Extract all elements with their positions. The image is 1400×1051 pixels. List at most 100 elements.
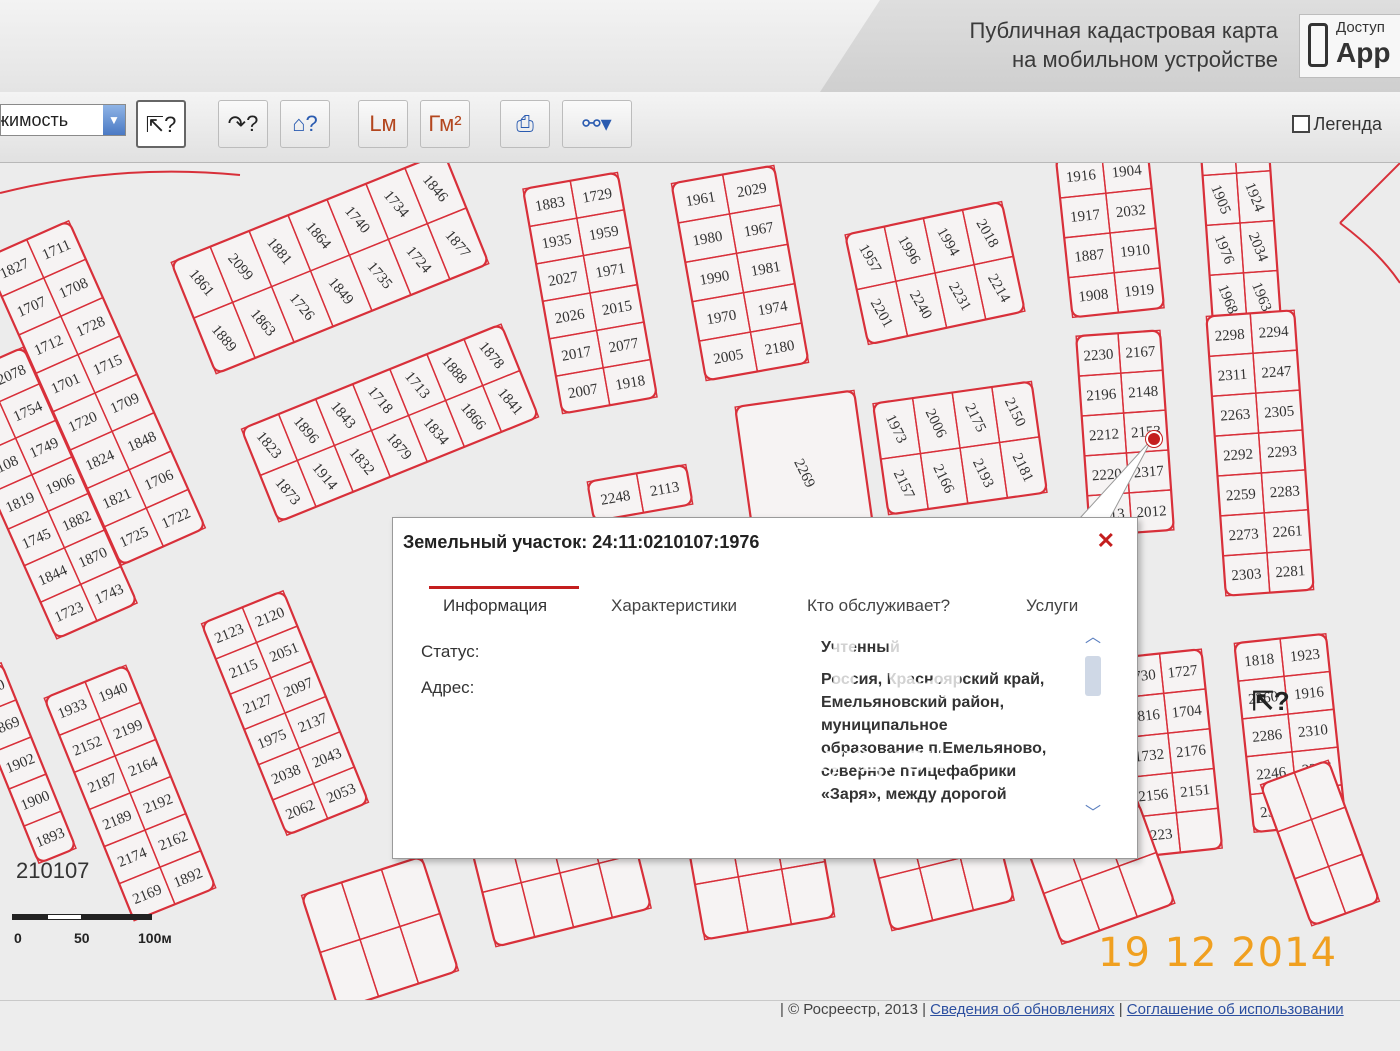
cursor-question-icon: ⇱?	[145, 112, 177, 137]
legend-checkbox[interactable]	[1291, 115, 1310, 133]
layer-select[interactable]: жимость ▼	[0, 104, 126, 136]
parcel-block[interactable]: 19372031190519241976203419681963	[1198, 163, 1282, 326]
parcel-number: 2310	[1297, 722, 1329, 741]
popup-title: Земельный участок: 24:11:0210107:1976	[403, 532, 760, 552]
terms-link[interactable]: Соглашение об использовании	[1127, 1001, 1344, 1018]
area-m2-icon: Гм²	[428, 111, 462, 136]
ruler-meter-icon: Lм	[369, 111, 397, 136]
parcel-block[interactable]: 1961 20291980 19671990 19811970 19742005 2180	[670, 164, 810, 382]
parcel-number: 2311	[1217, 367, 1247, 385]
parcel-block[interactable]: 2123212021152051212720971975213720382043…	[200, 589, 370, 837]
parcel-block[interactable]: 1861 2099 1881 1864 1740 1734 18461889 1863 1726…	[170, 163, 490, 375]
parcel-block[interactable]: 2248 2113	[586, 463, 694, 523]
parcel-number: 2283	[1269, 483, 1300, 501]
active-tab-indicator	[429, 586, 579, 589]
parcel-number: 2156	[1138, 786, 1170, 805]
boundary-line	[0, 170, 241, 194]
parcel-number: 2293	[1266, 443, 1297, 461]
badge-line-1: Доступ	[1336, 19, 1385, 36]
measure-area-button[interactable]: Гм²	[420, 100, 470, 148]
badge-line-2: App	[1336, 37, 1391, 68]
header-bar: Публичная кадастровая карта на мобильном…	[0, 0, 1400, 92]
chevron-down-icon[interactable]: ▼	[103, 105, 125, 135]
parcel-number: 2292	[1223, 447, 1254, 465]
chevron-up-icon[interactable]: ︿	[1083, 628, 1103, 648]
copyright-text: | © Росреестр, 2013 |	[780, 1001, 926, 1018]
print-button[interactable]: ⎙	[500, 100, 550, 148]
watermark-tagline: интернет-аукцион	[632, 738, 946, 780]
parcel-number: 2305	[1264, 404, 1295, 422]
parcel-block[interactable]	[1259, 759, 1381, 927]
tab-services[interactable]: Услуги	[1026, 596, 1078, 616]
scale-label: 50	[74, 930, 90, 946]
measure-length-button[interactable]: Lм	[358, 100, 408, 148]
parcel-block[interactable]: 1823 1896 1843 1718 1713 1888 18781873 1914 1832…	[240, 323, 540, 523]
parcel-number: 1919	[1123, 282, 1155, 301]
updates-link[interactable]: Сведения об обновлениях	[930, 1001, 1114, 1018]
mobile-promo-text[interactable]: Публичная кадастровая карта на мобильном…	[970, 16, 1279, 74]
curve-question-icon: ↷?	[227, 111, 259, 136]
scale-bar: 0 50 100м	[12, 914, 172, 946]
scale-segment	[47, 914, 82, 920]
parcel-block[interactable]	[300, 855, 460, 1000]
parcel-number: 1923	[1289, 646, 1321, 665]
selected-parcel-marker[interactable]	[1146, 431, 1162, 447]
footer-bar: | © Росреестр, 2013 | Сведения об обновл…	[0, 1000, 1400, 1051]
identify-tool-button[interactable]: ⇱?	[136, 100, 186, 148]
parcel-block[interactable]: 2298 2294 2311 2247 2263 2305 2292 2293 2259 2283…	[1205, 309, 1315, 597]
parcel-number: 1916	[1293, 684, 1325, 703]
parcel-block[interactable]: 1973 2006 2175 21502157 2166 2193 2181	[872, 380, 1048, 516]
printer-icon: ⎙	[516, 111, 534, 136]
chain-link-icon: ⚯▾	[582, 111, 612, 136]
parcel-number: 2212	[1089, 426, 1120, 444]
link-button[interactable]: ⚯▾	[562, 100, 632, 148]
parcel-number: 2294	[1258, 324, 1290, 342]
parcel-number: 1917	[1069, 207, 1101, 226]
scale-segment	[12, 914, 47, 920]
parcel-number: 2167	[1125, 344, 1157, 362]
parcel-number: 1910	[1119, 242, 1151, 261]
parcel-number: 2012	[1136, 503, 1167, 521]
question-cursor-icon: ⇱?	[1252, 686, 1290, 716]
cadastral-quarter-label: 210107	[16, 858, 90, 883]
parcel-block[interactable]: 1883 17291935 19592027 19712026 20152017 2077…	[522, 171, 658, 415]
parcel-number: 1732	[1133, 747, 1165, 766]
scale-label: 0	[14, 930, 22, 946]
footer-separator: |	[1118, 1001, 1123, 1018]
parcel-block[interactable]: 1916 1904 1917 2032 1887 1910 1908 1919	[1055, 163, 1165, 319]
legend-toggle[interactable]: Легенда	[1291, 114, 1382, 135]
scrollbar-thumb[interactable]	[1085, 656, 1101, 696]
phone-icon	[1308, 23, 1328, 67]
parcel-number: 1887	[1074, 247, 1106, 266]
camera-date-stamp: 19 12 2014	[1098, 930, 1338, 976]
app-store-badge[interactable]: Доступ App	[1299, 14, 1400, 78]
parcel-number: 1916	[1065, 167, 1097, 186]
scale-label: 100м	[138, 930, 172, 946]
map-toolbar: жимость ▼ ⇱? ↷? ⌂? Lм Гм² ⎙ ⚯▾ Легенда	[0, 92, 1400, 163]
tab-information[interactable]: Информация	[443, 596, 547, 616]
scale-segment	[82, 914, 152, 920]
parcel-number: 2151	[1179, 782, 1211, 801]
parcel-number: 2281	[1275, 563, 1306, 581]
parcel-number: 2303	[1231, 566, 1262, 584]
parcel-number: 2148	[1128, 384, 1159, 402]
house-info-button[interactable]: ⌂?	[280, 100, 330, 148]
parcel-number: 2261	[1272, 523, 1303, 541]
popup-scrollbar[interactable]: ︿ ﹀	[1083, 628, 1103, 828]
parcel-block[interactable]: 1957 1996 1994 20182201 2240 2231 2214	[844, 200, 1026, 346]
promo-line-1: Публичная кадастровая карта	[969, 18, 1279, 43]
status-label: Статус:	[421, 642, 480, 661]
parcel-number: 2298	[1214, 327, 1245, 345]
chevron-down-icon[interactable]: ﹀	[1083, 804, 1103, 824]
boundary-line	[1339, 163, 1400, 284]
parcel-number: 2286	[1251, 727, 1283, 746]
parcel-number: 2263	[1220, 407, 1251, 425]
parcel-number: 2032	[1115, 202, 1147, 221]
parcel-number: 1818	[1244, 651, 1276, 670]
route-info-button[interactable]: ↷?	[218, 100, 268, 148]
parcel-number: 2259	[1225, 486, 1256, 504]
promo-line-2: на мобильном устройстве	[1011, 47, 1278, 72]
parcel-number: 1727	[1167, 663, 1199, 682]
parcel-number: 2230	[1083, 347, 1114, 365]
close-icon[interactable]: ✕	[1097, 528, 1115, 554]
